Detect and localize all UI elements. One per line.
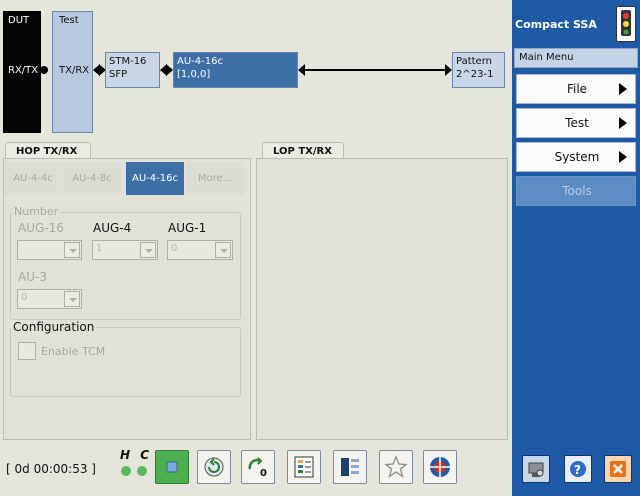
svg-text:?: ? [574,463,581,477]
settings-button[interactable] [522,455,550,483]
menu-item-file[interactable]: File [516,74,636,104]
c-led [137,466,147,476]
test-title: Test [59,15,79,26]
chevron-right-icon [619,151,627,163]
dut-title: DUT [8,15,30,26]
aug16-label: AUG-16 [18,221,64,235]
chevron-down-icon [140,242,156,258]
aug4-value: 1 [96,243,103,254]
aug1-value: 0 [171,243,178,254]
aug1-select[interactable]: 0 [167,240,233,260]
aug16-select[interactable] [17,240,82,260]
dut-block[interactable]: DUT RX/TX [3,11,41,133]
menu-item-system[interactable]: System [516,142,636,172]
svg-text:0: 0 [260,468,267,479]
test-block[interactable]: Test TX/RX [52,11,93,133]
subtab-au-4-8c[interactable]: AU-4-8c [63,162,121,195]
close-button[interactable] [604,455,632,483]
configuration-legend: Configuration [11,320,97,334]
au-line2: [1,0,0] [177,69,211,80]
h-led [121,466,131,476]
au3-select[interactable]: 0 [17,289,82,309]
dut-port: RX/TX [8,65,39,76]
zero-counters-button[interactable]: 0 [241,450,275,484]
chevron-right-icon [619,83,627,95]
number-legend: Number [12,205,61,218]
aug1-label: AUG-1 [168,221,207,235]
device-logo-icon [616,6,636,42]
menu-item-tools[interactable]: Tools [516,176,636,206]
au-block[interactable]: AU-4-16c [1,0,0] [173,52,298,88]
help-button[interactable]: ? [564,455,592,483]
global-options-button[interactable] [423,450,457,484]
stm-line1: STM-16 [109,56,147,67]
test-port: TX/RX [59,65,90,76]
sidebar: Compact SSA Main Menu File Test System T… [512,0,640,496]
wire [304,69,446,71]
hc-indicator-label: H C [120,448,153,462]
connector-dot [40,66,48,74]
chevron-down-icon [64,242,80,258]
elapsed-timer: [ 0d 00:00:53 ] [6,462,96,476]
arrow-right-icon [166,64,173,76]
lop-panel [256,158,508,440]
au3-value: 0 [21,292,28,303]
reset-button[interactable] [197,450,231,484]
stm-line2: SFP [109,69,128,80]
subtab-au-4-4c[interactable]: AU-4-4c [4,162,62,195]
au3-label: AU-3 [18,270,47,284]
aug4-label: AUG-4 [93,221,132,235]
main-area: DUT RX/TX Test TX/RX STM-16 SFP AU-4-16c… [0,0,512,496]
menu-item-test[interactable]: Test [516,108,636,138]
chevron-down-icon [215,242,231,258]
stm-block[interactable]: STM-16 SFP [105,52,160,88]
menu-item-label: Tools [562,184,592,198]
arrow-right-icon [445,64,452,76]
configuration-group [10,327,241,397]
favorite-button[interactable] [379,450,413,484]
chevron-right-icon [619,117,627,129]
au-line1: AU-4-16c [177,56,223,67]
main-menu-header: Main Menu [514,48,638,68]
layout-button[interactable] [333,450,367,484]
enable-tcm-checkbox[interactable] [18,342,36,360]
report-button[interactable] [287,450,321,484]
chevron-down-icon [64,291,80,307]
subtab-more[interactable]: More... [186,162,244,195]
aug4-select[interactable]: 1 [92,240,158,260]
pattern-line1: Pattern [456,56,492,67]
subtab-au-4-16c[interactable]: AU-4-16c [126,162,184,195]
stop-button[interactable] [155,450,189,484]
pattern-line2: 2^23-1 [456,69,494,80]
enable-tcm-label: Enable TCM [41,345,106,358]
pattern-block[interactable]: Pattern 2^23-1 [452,52,505,88]
